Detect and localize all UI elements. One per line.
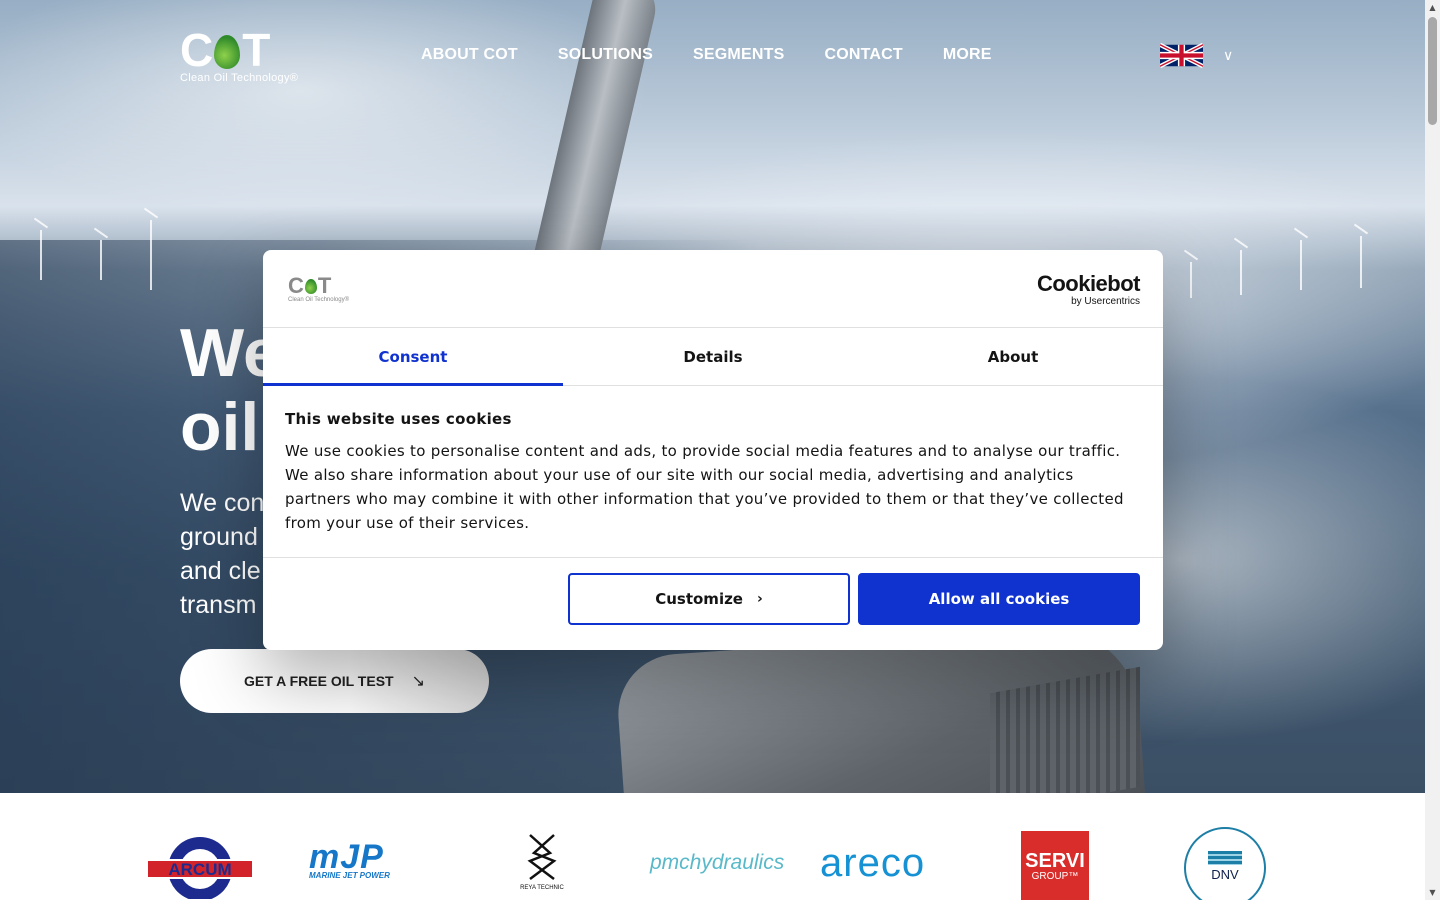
customize-button[interactable]: Customize › (568, 573, 850, 625)
oil-drop-icon (304, 278, 317, 294)
tab-consent[interactable]: Consent (263, 328, 563, 386)
dialog-heading: This website uses cookies (285, 410, 512, 428)
page-scrollbar[interactable]: ▲ ▼ (1425, 0, 1440, 900)
allow-all-cookies-button[interactable]: Allow all cookies (858, 573, 1140, 625)
dialog-site-logo: CT Clean Oil Technology® (288, 273, 350, 304)
dialog-tabs: Consent Details About (263, 328, 1163, 386)
cookiebot-byline: by Usercentrics (1071, 296, 1140, 307)
scroll-up-arrow-icon[interactable]: ▲ (1425, 0, 1440, 15)
cookiebot-logo[interactable]: Cookiebot by Usercentrics (1036, 271, 1141, 308)
dialog-logo-tagline: Clean Oil Technology® (288, 297, 350, 303)
scroll-down-arrow-icon[interactable]: ▼ (1425, 885, 1440, 900)
dialog-body: This website uses cookies We use cookies… (263, 386, 1163, 558)
dialog-description: We use cookies to personalise content an… (285, 442, 1124, 532)
tab-about[interactable]: About (863, 328, 1163, 385)
cookie-consent-dialog: CT Clean Oil Technology® Cookiebot by Us… (263, 250, 1163, 650)
dialog-header: CT Clean Oil Technology® Cookiebot by Us… (263, 250, 1163, 328)
customize-label: Customize (655, 590, 743, 608)
cookiebot-wordmark: Cookiebot (1036, 271, 1141, 296)
tab-details[interactable]: Details (563, 328, 863, 385)
chevron-right-icon: › (757, 591, 763, 607)
scrollbar-thumb[interactable] (1428, 17, 1437, 125)
dialog-footer: Customize › Allow all cookies (263, 558, 1163, 649)
